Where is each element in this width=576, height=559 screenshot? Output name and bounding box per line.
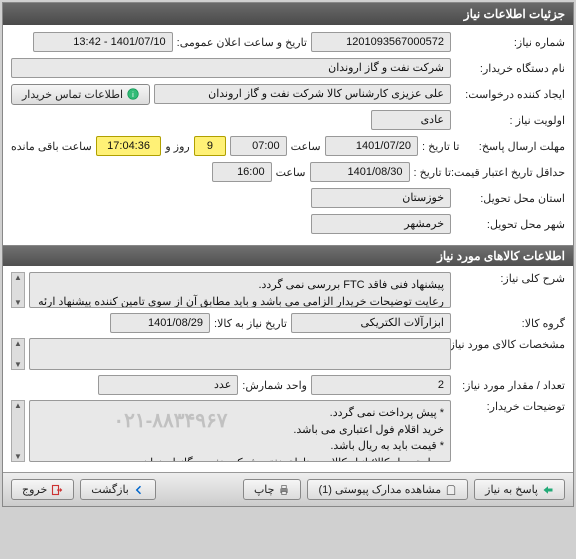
- window-titlebar: جزئیات اطلاعات نیاز: [3, 3, 573, 25]
- label-goods-spec: مشخصات کالای مورد نیاز:: [455, 338, 565, 351]
- field-need-no: 1201093567000572: [311, 32, 451, 52]
- footer-toolbar: پاسخ به نیاز مشاهده مدارک پیوستی (1) چاپ…: [3, 472, 573, 506]
- label-need-no: شماره نیاز:: [455, 36, 565, 49]
- footer-spacer: [162, 479, 237, 500]
- label-price-validity: حداقل تاریخ اعتبار قیمت:: [455, 166, 565, 179]
- label-province: استان محل تحویل:: [455, 192, 565, 205]
- scrollbar-notes[interactable]: ▲▼: [11, 400, 25, 462]
- scroll-down-icon: ▼: [12, 452, 24, 461]
- print-label: چاپ: [254, 483, 275, 496]
- label-city: شهر محل تحویل:: [455, 218, 565, 231]
- field-need-desc[interactable]: پیشنهاد فنی فاقد FTC بررسی نمی گردد. رعا…: [29, 272, 451, 308]
- exit-label: خروج: [22, 483, 47, 496]
- field-buyer-org: شرکت نفت و گاز اروندان: [11, 58, 451, 78]
- reply-label: پاسخ به نیاز: [485, 483, 538, 496]
- label-time-2: ساعت: [276, 166, 306, 179]
- field-buyer-notes[interactable]: * پیش پرداخت نمی گردد. خرید اقلام فول اع…: [29, 400, 451, 462]
- reply-button[interactable]: پاسخ به نیاز: [474, 479, 565, 500]
- back-button[interactable]: بازگشت: [80, 479, 156, 500]
- need-info-section: شماره نیاز: 1201093567000572 تاریخ و ساع…: [3, 25, 573, 245]
- attachment-icon: [445, 483, 457, 495]
- field-goods-spec[interactable]: [29, 338, 451, 370]
- goods-section-header: اطلاعات کالاهای مورد نیاز: [3, 245, 573, 266]
- scroll-up-icon: ▲: [12, 339, 24, 348]
- label-need-date-goods: تاریخ نیاز به کالا:: [214, 317, 287, 330]
- back-label: بازگشت: [91, 483, 129, 496]
- scrollbar-spec[interactable]: ▲▼: [11, 338, 25, 370]
- label-requester: ایجاد کننده درخواست:: [455, 88, 565, 101]
- label-buyer-notes: توضیحات خریدار:: [455, 400, 565, 413]
- label-to-date-1: تا تاریخ :: [422, 140, 459, 153]
- scrollbar-desc[interactable]: ▲▼: [11, 272, 25, 308]
- buyer-contact-label: اطلاعات تماس خریدار: [22, 88, 123, 101]
- field-goods-group: ابزارآلات الکتریکی: [291, 313, 451, 333]
- goods-section: شرح کلی نیاز: پیشنهاد فنی فاقد FTC بررسی…: [3, 266, 573, 472]
- label-priority: اولویت نیاز :: [455, 114, 565, 127]
- print-button[interactable]: چاپ: [243, 479, 302, 500]
- field-priority: عادی: [371, 110, 451, 130]
- field-countdown: 17:04:36: [96, 136, 162, 156]
- field-validity-time: 16:00: [212, 162, 272, 182]
- field-days-remaining: 9: [194, 136, 226, 156]
- label-qty: تعداد / مقدار مورد نیاز:: [455, 379, 565, 392]
- field-deadline-date: 1401/07/20: [325, 136, 418, 156]
- scroll-up-icon: ▲: [12, 273, 24, 282]
- field-announce-dt: 1401/07/10 - 13:42: [33, 32, 173, 52]
- label-to-date-2: تا تاریخ :: [414, 166, 451, 179]
- label-time-1: ساعت: [291, 140, 321, 153]
- label-need-desc: شرح کلی نیاز:: [455, 272, 565, 285]
- field-validity-date: 1401/08/30: [310, 162, 410, 182]
- label-buyer-org: نام دستگاه خریدار:: [455, 62, 565, 75]
- back-icon: [133, 483, 145, 495]
- field-unit: عدد: [98, 375, 238, 395]
- field-qty: 2: [311, 375, 451, 395]
- attachments-button[interactable]: مشاهده مدارک پیوستی (1): [307, 479, 468, 500]
- label-announce-dt: تاریخ و ساعت اعلان عمومی:: [177, 36, 307, 49]
- field-city: خرمشهر: [311, 214, 451, 234]
- label-unit: واحد شمارش:: [242, 379, 307, 392]
- buyer-contact-button[interactable]: i اطلاعات تماس خریدار: [11, 84, 150, 105]
- print-icon: [278, 483, 290, 495]
- field-deadline-time: 07:00: [230, 136, 286, 156]
- scroll-down-icon: ▼: [12, 360, 24, 369]
- main-window: جزئیات اطلاعات نیاز شماره نیاز: 12010935…: [2, 2, 574, 507]
- label-time-remain: ساعت باقی مانده: [11, 140, 92, 153]
- label-days-and: روز و: [165, 140, 189, 153]
- scroll-down-icon: ▼: [12, 298, 24, 307]
- info-icon: i: [127, 88, 139, 100]
- exit-button[interactable]: خروج: [11, 479, 74, 500]
- field-need-date-goods: 1401/08/29: [110, 313, 210, 333]
- attachments-label: مشاهده مدارک پیوستی (1): [318, 483, 441, 496]
- scroll-up-icon: ▲: [12, 401, 24, 410]
- exit-icon: [51, 483, 63, 495]
- label-reply-deadline: مهلت ارسال پاسخ:: [463, 140, 565, 153]
- field-requester: علی عزیزی کارشناس کالا شرکت نفت و گاز ار…: [154, 84, 451, 104]
- field-province: خوزستان: [311, 188, 451, 208]
- label-goods-group: گروه کالا:: [455, 317, 565, 330]
- reply-icon: [542, 483, 554, 495]
- window-title: جزئیات اطلاعات نیاز: [464, 7, 565, 21]
